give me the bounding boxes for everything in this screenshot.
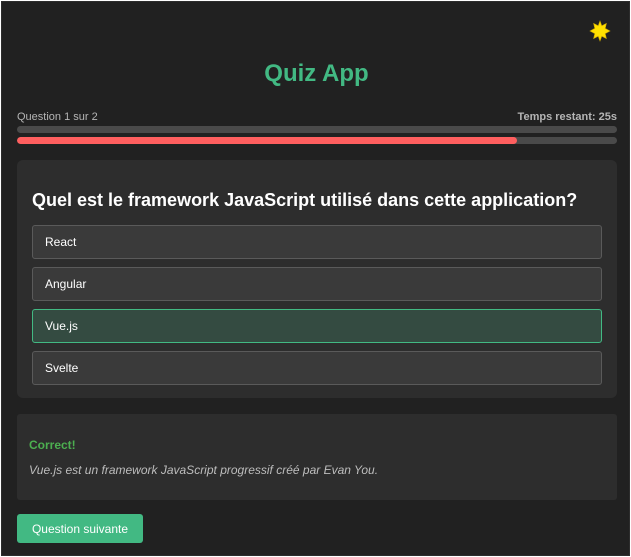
progress-meta: Question 1 sur 2 Temps restant: 25s (17, 111, 617, 123)
timer-bar-fill (17, 137, 517, 144)
feedback-panel: Correct! Vue.js est un framework JavaScr… (17, 414, 617, 500)
question-text: Quel est le framework JavaScript utilisé… (32, 190, 578, 210)
time-remaining: Temps restant: 25s (517, 111, 617, 123)
next-question-button[interactable]: Question suivante (17, 514, 143, 543)
question-counter: Question 1 sur 2 (17, 111, 98, 123)
question-card: Quel est le framework JavaScript utilisé… (17, 160, 617, 398)
question-progress-bar (17, 126, 617, 133)
answer-option-vuejs[interactable]: Vue.js (32, 309, 602, 343)
feedback-explanation: Vue.js est un framework JavaScript progr… (29, 463, 379, 477)
answer-option-angular[interactable]: Angular (32, 267, 602, 301)
answer-option-react[interactable]: React (32, 225, 602, 259)
app-title: Quiz App (264, 60, 369, 87)
timer-bar (17, 137, 617, 144)
answer-options: React Angular Vue.js Svelte (32, 225, 602, 393)
answer-option-svelte[interactable]: Svelte (32, 351, 602, 385)
quiz-app: Quiz App Question 1 sur 2 Temps restant:… (1, 1, 630, 556)
sun-icon[interactable] (588, 19, 612, 43)
feedback-title: Correct! (29, 438, 76, 452)
